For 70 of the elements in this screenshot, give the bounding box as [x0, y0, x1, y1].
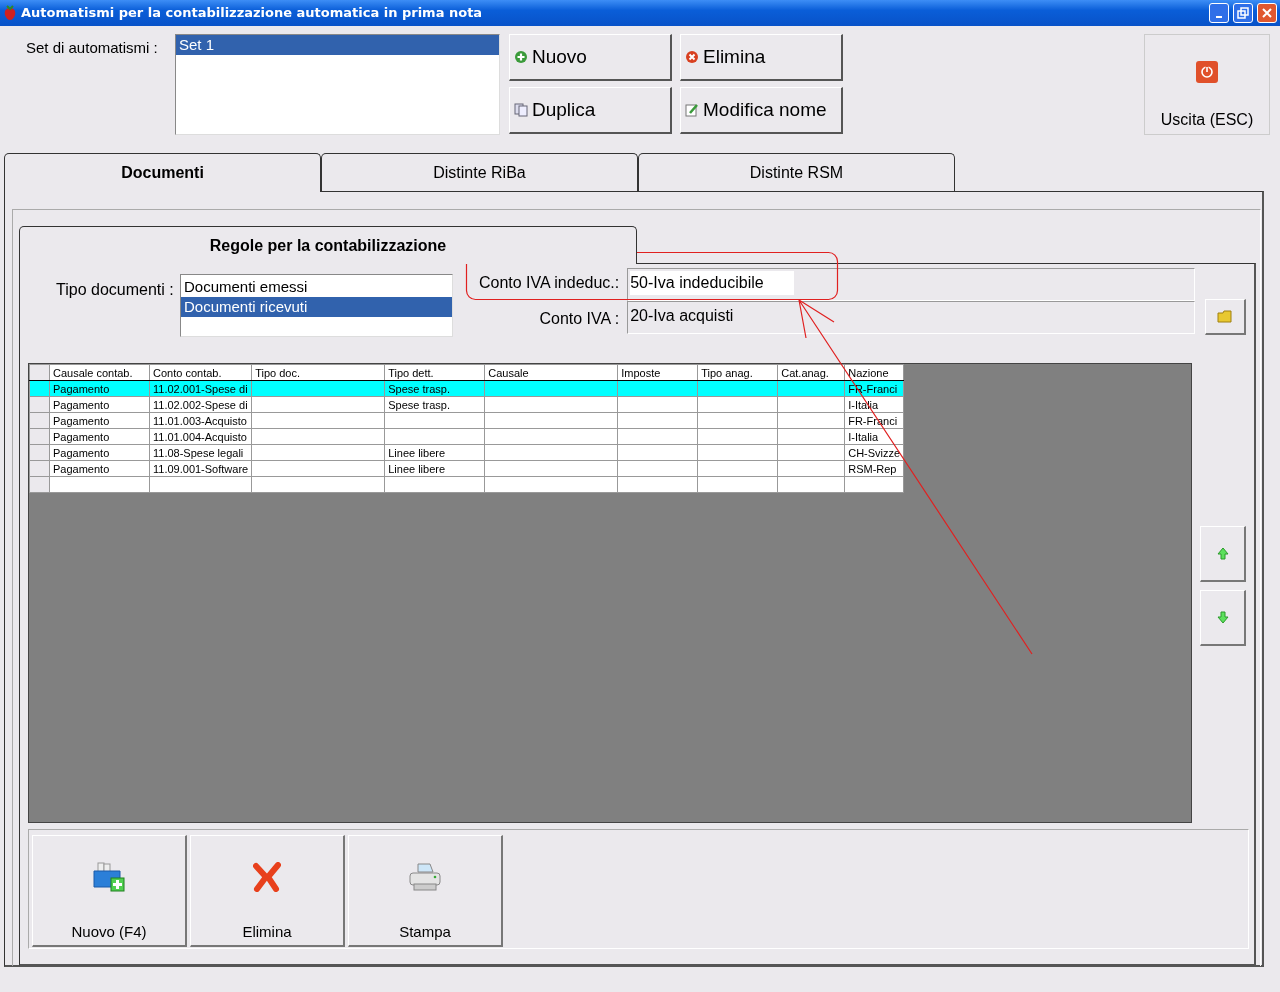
section-tab[interactable]: Regole per la contabilizzazione [19, 226, 637, 264]
table-cell: 11.08-Spese legali [149, 444, 252, 461]
table-cell: RSM-Rep [844, 460, 904, 477]
exit-button[interactable]: Uscita (ESC) [1144, 34, 1270, 135]
table-cell: 11.01.003-Acquisto [149, 412, 252, 429]
table-cell: Spese trasp. [384, 396, 485, 413]
account-label: Conto IVA indeduc.: [477, 272, 621, 293]
browse-button[interactable] [1205, 299, 1246, 335]
restore-icon [1237, 7, 1249, 19]
column-header: Tipo doc. [251, 364, 385, 381]
window-title: Automatismi per la contabilizzazione automatica in prima nota [21, 4, 484, 23]
minimize-button[interactable] [1209, 3, 1229, 23]
table-cell: Linee libere [384, 444, 485, 461]
up-arrow-icon [1216, 547, 1229, 560]
delete-icon [685, 50, 699, 64]
close-button[interactable] [1257, 3, 1277, 23]
delete-button[interactable]: Elimina [190, 835, 345, 947]
table-cell: Pagamento [49, 428, 150, 445]
table-cell: CH-Svizze [844, 444, 904, 461]
plus-icon [514, 50, 528, 64]
edit-icon [685, 103, 699, 117]
table-cell: 11.02.002-Spese di [149, 396, 252, 413]
set-list[interactable]: Set 1 [175, 34, 500, 135]
set-label: Set di automatismi : [26, 38, 159, 58]
set-item[interactable]: Set 1 [176, 35, 499, 55]
table-cell: Pagamento [49, 444, 150, 461]
delete-icon [253, 862, 281, 892]
folder-plus-icon [92, 862, 126, 892]
new-set-button[interactable]: Nuovo [509, 34, 672, 81]
document-type-item[interactable]: Documenti emessi [181, 277, 453, 297]
table-cell: 11.09.001-Software [149, 460, 252, 477]
close-icon [1261, 7, 1273, 19]
table-cell: Pagamento [49, 460, 150, 477]
column-header: Conto contab. [149, 364, 252, 381]
print-button[interactable]: Stampa [348, 835, 503, 947]
move-down-button[interactable] [1200, 590, 1246, 646]
column-header: Causale [484, 364, 618, 381]
column-header: Cat.anag. [777, 364, 845, 381]
table-cell: Linee libere [384, 460, 485, 477]
table-cell: Pagamento [49, 412, 150, 429]
tab[interactable]: Documenti [4, 153, 321, 192]
tab[interactable]: Distinte RSM [638, 153, 955, 191]
column-header: Nazione [844, 364, 904, 381]
printer-icon [408, 862, 442, 892]
restore-button[interactable] [1233, 3, 1253, 23]
table-cell: 11.01.004-Acquisto [149, 428, 252, 445]
move-up-button[interactable] [1200, 526, 1246, 582]
document-type-label: Tipo documenti : [55, 280, 175, 300]
rename-set-button[interactable]: Modifica nome [680, 87, 843, 134]
column-header: Tipo dett. [384, 364, 485, 381]
account-label: Conto IVA : [538, 308, 621, 329]
column-header: Imposte [617, 364, 698, 381]
copy-icon [514, 103, 528, 117]
delete-set-button[interactable]: Elimina [680, 34, 843, 81]
duplicate-set-button[interactable]: Duplica [509, 87, 672, 134]
new-button[interactable]: Nuovo (F4) [32, 835, 187, 947]
account-field[interactable]: 20-Iva acquisti [627, 301, 1196, 334]
document-type-list[interactable]: Documenti emessi Documenti ricevuti [180, 274, 454, 337]
tab[interactable]: Distinte RiBa [321, 153, 638, 191]
app-icon [3, 5, 17, 21]
power-icon [1196, 61, 1218, 83]
column-header: Causale contab. [49, 364, 150, 381]
document-type-item[interactable]: Documenti ricevuti [181, 297, 453, 317]
account-field[interactable]: 50-Iva indeducibile [627, 268, 1196, 301]
down-arrow-icon [1216, 611, 1229, 624]
table-cell: I-Italia [844, 428, 904, 445]
minimize-icon [1216, 16, 1222, 18]
folder-icon [1217, 310, 1234, 323]
column-header: Tipo anag. [697, 364, 778, 381]
table-cell: Pagamento [49, 396, 150, 413]
